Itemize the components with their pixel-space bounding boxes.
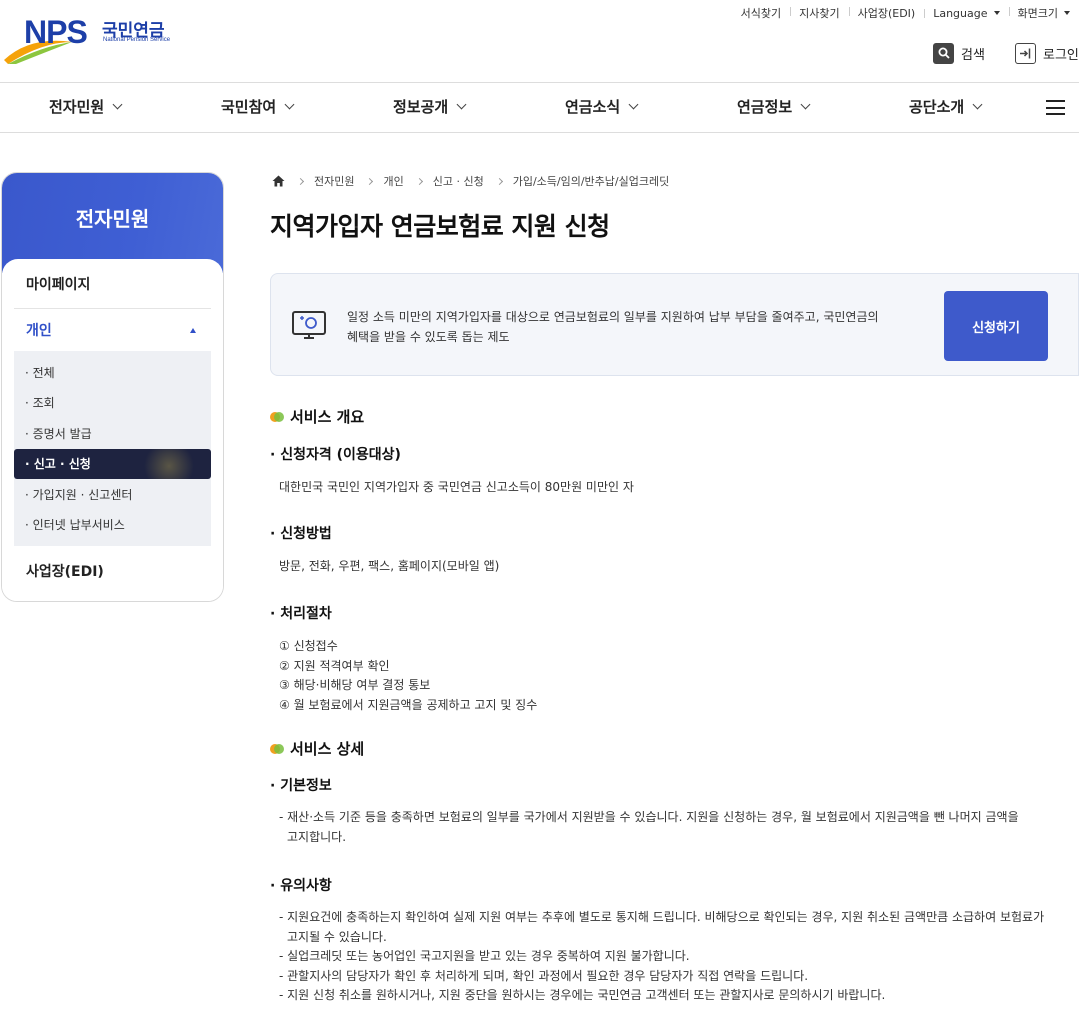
sidebar-item-mypage[interactable]: 마이페이지 xyxy=(14,259,211,309)
gnb-label: 국민참여 xyxy=(221,98,277,116)
gnb-label: 연금정보 xyxy=(737,98,793,116)
chevron-down-icon xyxy=(284,99,295,110)
login-label: 로그인 xyxy=(1043,47,1079,63)
gnb-item-info-disclosure[interactable]: 정보공개 xyxy=(393,96,467,117)
logo-text: NPS xyxy=(24,14,88,50)
process-steps: ① 신청접수 ② 지원 적격여부 확인 ③ 해당·비해당 여부 결정 통보 ④ … xyxy=(279,637,537,715)
util-screen-size-dropdown[interactable]: 화면크기 xyxy=(1008,5,1079,21)
gnb-label: 연금소식 xyxy=(565,98,621,116)
gnb-label: 전자민원 xyxy=(49,98,105,116)
breadcrumb-item-current: 가입/소득/임의/반추납/실업크레딧 xyxy=(512,175,670,188)
sidebar-title: 전자민원 xyxy=(2,173,223,273)
chevron-down-icon xyxy=(972,99,983,110)
gnb-item-e-civil[interactable]: 전자민원 xyxy=(49,96,123,117)
method-heading: · 신청방법 xyxy=(270,526,332,542)
gnb-item-pension-info[interactable]: 연금정보 xyxy=(737,96,811,117)
search-icon xyxy=(933,42,954,64)
apply-button[interactable]: 신청하기 xyxy=(944,291,1048,361)
breadcrumb-separator-icon xyxy=(296,177,305,185)
sidebar: 전자민원 마이페이지 개인 · 전체 · 조회 · 증명서 발급 · 신고 · … xyxy=(1,172,224,602)
menu-icon[interactable] xyxy=(1046,100,1065,115)
sidebar-menu: 마이페이지 개인 · 전체 · 조회 · 증명서 발급 · 신고 · 신청 · … xyxy=(2,259,223,601)
basic-info-text: - 재산·소득 기준 등을 충족하면 보험료의 일부를 국가에서 지원받을 수 … xyxy=(279,808,1069,847)
method-text: 방문, 전화, 우편, 팩스, 홈페이지(모바일 앱) xyxy=(279,559,500,573)
intro-line: 혜택을 받을 수 있도록 돕는 제도 xyxy=(347,330,510,344)
screen-size-label: 화면크기 xyxy=(1017,7,1058,20)
submenu-item-internet-payment[interactable]: · 인터넷 납부서비스 xyxy=(14,510,211,541)
breadcrumb-separator-icon xyxy=(415,177,423,185)
process-step: ③ 해당·비해당 여부 결정 통보 xyxy=(279,678,431,692)
chevron-down-icon xyxy=(800,99,811,110)
util-edi-link[interactable]: 사업장(EDI) xyxy=(848,5,925,21)
eligibility-text: 대한민국 국민인 지역가입자 중 국민연금 신고소득이 80만원 미만인 자 xyxy=(279,480,634,494)
notes-line: - 지원 신청 취소를 원하시거나, 지원 중단을 원하시는 경우에는 국민연금… xyxy=(279,988,886,1002)
caret-down-icon xyxy=(1064,11,1070,15)
sidebar-item-edi[interactable]: 사업장(EDI) xyxy=(14,546,211,596)
section-heading-label: 서비스 상세 xyxy=(290,740,365,758)
utility-nav: 서식찾기 지사찾기 사업장(EDI) Language 화면크기 xyxy=(732,6,1079,20)
breadcrumb: 전자민원 개인 신고 · 신청 가입/소득/임의/반추납/실업크레딧 xyxy=(272,173,669,189)
service-intro-text: 일정 소득 미만의 지역가입자를 대상으로 연금보험료의 일부를 지원하여 납부… xyxy=(347,307,907,347)
notes-list: - 지원요건에 충족하는지 확인하여 실제 지원 여부는 추후에 별도로 통지해… xyxy=(279,908,1069,1006)
home-icon[interactable] xyxy=(272,175,285,187)
login-icon xyxy=(1015,42,1036,64)
gnb-item-participation[interactable]: 국민참여 xyxy=(221,96,295,117)
basic-info-line: 고지합니다. xyxy=(287,829,347,844)
monitor-coin-icon xyxy=(292,311,326,339)
breadcrumb-item[interactable]: 전자민원 xyxy=(314,173,354,189)
basic-info-heading: · 기본정보 xyxy=(270,778,332,794)
submenu-item-inquiry[interactable]: · 조회 xyxy=(14,388,211,419)
section-heading-detail: 서비스 상세 xyxy=(270,738,364,759)
process-step: ④ 월 보험료에서 지원금액을 공제하고 고지 및 징수 xyxy=(279,697,538,712)
breadcrumb-item[interactable]: 개인 xyxy=(383,173,403,189)
eligibility-heading: · 신청자격 (이용대상) xyxy=(270,447,401,463)
notes-line: - 관할지사의 담당자가 확인 후 처리하게 되며, 확인 과정에서 필요한 경… xyxy=(279,968,809,983)
bullet-dot-icon xyxy=(270,411,284,423)
breadcrumb-separator-icon xyxy=(366,177,374,185)
notes-line: 고지될 수 있습니다. xyxy=(287,929,387,944)
chevron-down-icon xyxy=(456,99,467,110)
collapse-up-icon xyxy=(190,327,196,333)
gnb-label: 공단소개 xyxy=(909,98,965,116)
submenu-item-all[interactable]: · 전체 xyxy=(14,357,211,388)
caret-down-icon xyxy=(993,10,1000,15)
notes-heading: · 유의사항 xyxy=(270,878,332,894)
service-intro-box: 일정 소득 미만의 지역가입자를 대상으로 연금보험료의 일부를 지원하여 납부… xyxy=(270,273,1079,376)
submenu-item-certificate[interactable]: · 증명서 발급 xyxy=(14,418,211,449)
chevron-down-icon xyxy=(628,99,639,110)
breadcrumb-separator-icon xyxy=(495,177,503,185)
sidebar-item-label: 개인 xyxy=(26,323,52,339)
util-language-dropdown[interactable]: Language xyxy=(924,7,1008,20)
chevron-down-icon xyxy=(112,99,123,110)
nps-logo[interactable]: NPS 국민연금 National Pension Service xyxy=(2,12,182,64)
notes-line: - 실업크레딧 또는 농어업인 국고지원을 받고 있는 경우 중복하여 지원 불… xyxy=(279,949,690,963)
sidebar-submenu: · 전체 · 조회 · 증명서 발급 · 신고 · 신청 · 가입지원 · 신고… xyxy=(14,351,211,546)
logo-english-text: National Pension Service xyxy=(103,37,171,43)
breadcrumb-item[interactable]: 신고 · 신청 xyxy=(433,173,484,189)
section-heading-label: 서비스 개요 xyxy=(290,408,365,426)
process-heading: · 처리절차 xyxy=(270,606,332,622)
util-branch-link[interactable]: 지사찾기 xyxy=(790,5,848,21)
gnb-item-pension-news[interactable]: 연금소식 xyxy=(565,96,639,117)
page-title: 지역가입자 연금보험료 지원 신청 xyxy=(270,212,610,241)
intro-line: 일정 소득 미만의 지역가입자를 대상으로 연금보험료의 일부를 지원하여 납부… xyxy=(347,310,879,324)
gnb-item-about[interactable]: 공단소개 xyxy=(909,96,983,117)
section-heading-overview: 서비스 개요 xyxy=(270,406,364,427)
bullet-dot-icon xyxy=(270,743,284,755)
notes-line: - 지원요건에 충족하는지 확인하여 실제 지원 여부는 추후에 별도로 통지해… xyxy=(279,910,1045,924)
main-nav: 전자민원 국민참여 정보공개 연금소식 연금정보 공단소개 xyxy=(0,82,1079,133)
search-button[interactable]: 검색 xyxy=(933,42,985,64)
basic-info-line: - 재산·소득 기준 등을 충족하면 보험료의 일부를 국가에서 지원받을 수 … xyxy=(279,810,1019,824)
login-button[interactable]: 로그인 xyxy=(1015,42,1079,64)
sidebar-item-personal[interactable]: 개인 xyxy=(14,309,211,351)
submenu-item-report-apply[interactable]: · 신고 · 신청 xyxy=(14,448,211,479)
util-forms-link[interactable]: 서식찾기 xyxy=(732,5,790,21)
search-label: 검색 xyxy=(961,47,985,63)
submenu-item-support-center[interactable]: · 가입지원 · 신고센터 xyxy=(14,479,211,510)
language-label: Language xyxy=(933,6,988,20)
process-step: ② 지원 적격여부 확인 xyxy=(279,658,390,673)
gnb-label: 정보공개 xyxy=(393,98,449,116)
process-step: ① 신청접수 xyxy=(279,639,338,653)
